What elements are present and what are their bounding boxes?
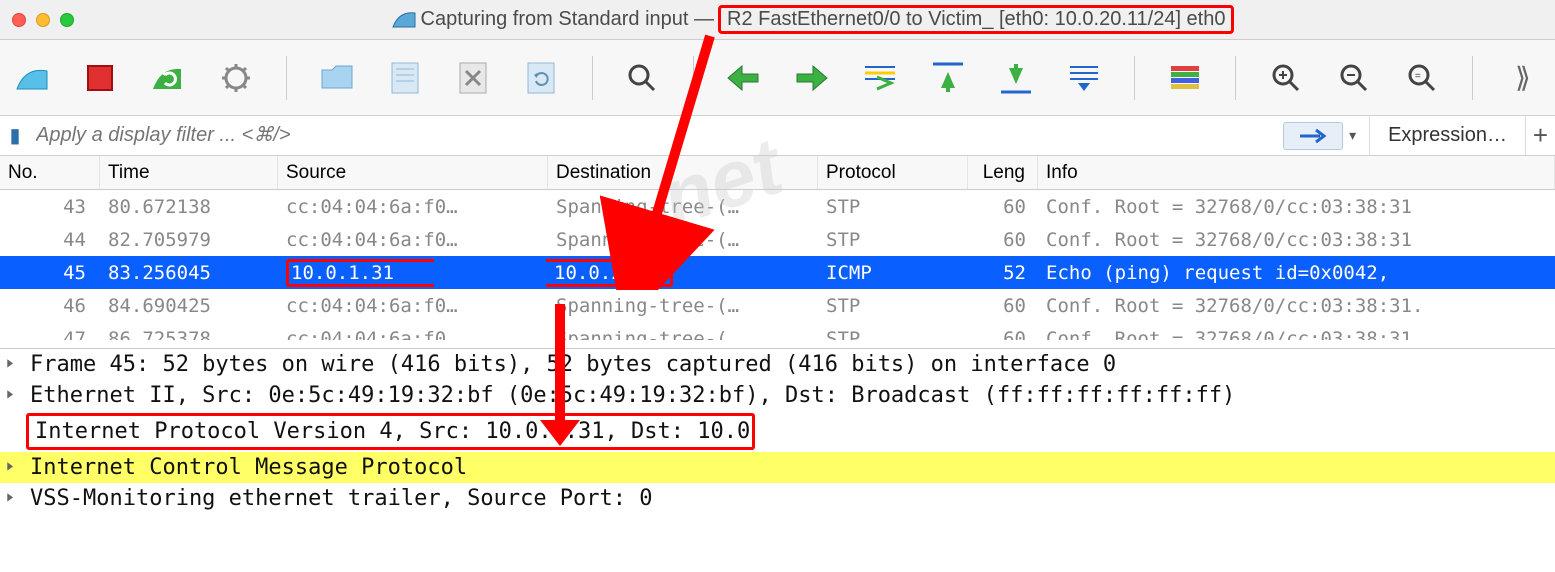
zoom-in-button[interactable] xyxy=(1268,58,1304,98)
cell-proto: ICMP xyxy=(818,256,968,290)
wireshark-fin-icon xyxy=(391,7,417,33)
window-title: Capturing from Standard input — R2 FastE… xyxy=(82,5,1543,34)
main-toolbar: = ⟫ xyxy=(0,40,1555,116)
filter-dropdown-icon[interactable]: ▾ xyxy=(1349,127,1369,144)
cell-no: 43 xyxy=(0,190,100,224)
go-last-packet-button[interactable] xyxy=(998,58,1034,98)
cell-src: cc:04:04:6a:f0… xyxy=(278,322,548,340)
detail-icmp[interactable]: Internet Control Message Protocol xyxy=(0,452,1555,483)
detail-ethernet[interactable]: Ethernet II, Src: 0e:5c:49:19:32:bf (0e:… xyxy=(0,380,1555,411)
title-highlight: R2 FastEthernet0/0 to Victim_ [eth0: 10.… xyxy=(718,5,1234,34)
window-titlebar: Capturing from Standard input — R2 FastE… xyxy=(0,0,1555,40)
packet-row[interactable]: 43 80.672138 cc:04:04:6a:f0… Spanning-tr… xyxy=(0,190,1555,223)
cell-dst: Spanning-tree-(… xyxy=(548,223,818,257)
stop-capture-button[interactable] xyxy=(82,58,118,98)
cell-time: 80.672138 xyxy=(100,190,278,224)
find-packet-button[interactable] xyxy=(624,58,660,98)
cell-info: Conf. Root = 32768/0/cc:03:38:31 xyxy=(1038,322,1555,340)
packet-row[interactable]: 46 84.690425 cc:04:04:6a:f0… Spanning-tr… xyxy=(0,289,1555,322)
packet-list-header: No. Time Source Destination Protocol Len… xyxy=(0,156,1555,190)
go-forward-button[interactable] xyxy=(794,58,830,98)
column-header-destination[interactable]: Destination xyxy=(548,156,818,189)
display-filter-bar: ▮ ▾ Expression… + xyxy=(0,116,1555,156)
cell-src: cc:04:04:6a:f0… xyxy=(278,289,548,323)
go-back-button[interactable] xyxy=(725,58,761,98)
filter-apply-button[interactable] xyxy=(1283,122,1343,150)
open-file-button[interactable] xyxy=(319,58,355,98)
column-header-no[interactable]: No. xyxy=(0,156,100,189)
column-header-time[interactable]: Time xyxy=(100,156,278,189)
minimize-window-button[interactable] xyxy=(36,13,50,27)
close-file-button[interactable] xyxy=(455,58,491,98)
jump-to-packet-button[interactable] xyxy=(862,58,898,98)
cell-no: 45 xyxy=(0,256,100,290)
cell-dst: Spanning-tree-(… xyxy=(548,289,818,323)
cell-len: 60 xyxy=(968,289,1038,323)
cell-dst: Spanning-tree-(… xyxy=(548,190,818,224)
auto-scroll-button[interactable] xyxy=(1066,58,1102,98)
start-capture-button[interactable] xyxy=(14,58,50,98)
cell-info: Conf. Root = 32768/0/cc:03:38:31 xyxy=(1038,223,1555,257)
filter-add-button[interactable]: + xyxy=(1525,116,1555,155)
filter-bookmark-icon[interactable]: ▮ xyxy=(0,123,30,148)
traffic-lights xyxy=(12,13,74,27)
detail-frame[interactable]: Frame 45: 52 bytes on wire (416 bits), 5… xyxy=(0,349,1555,380)
cell-len: 52 xyxy=(968,256,1038,290)
maximize-window-button[interactable] xyxy=(60,13,74,27)
packet-row[interactable]: 47 86.725378 cc:04:04:6a:f0… Spanning-tr… xyxy=(0,322,1555,340)
cell-proto: STP xyxy=(818,223,968,257)
cell-time: 86.725378 xyxy=(100,322,278,340)
packet-list[interactable]: 43 80.672138 cc:04:04:6a:f0… Spanning-tr… xyxy=(0,190,1555,348)
detail-ip-highlighted[interactable]: Internet Protocol Version 4, Src: 10.0.1… xyxy=(26,413,755,450)
detail-vss[interactable]: VSS-Monitoring ethernet trailer, Source … xyxy=(0,483,1555,514)
column-header-source[interactable]: Source xyxy=(278,156,548,189)
zoom-reset-button[interactable]: = xyxy=(1404,58,1440,98)
filter-expression-button[interactable]: Expression… xyxy=(1369,116,1525,155)
column-header-protocol[interactable]: Protocol xyxy=(818,156,968,189)
close-window-button[interactable] xyxy=(12,13,26,27)
cell-src: 10.0.1.31 xyxy=(278,256,548,290)
column-header-length[interactable]: Leng xyxy=(968,156,1038,189)
packet-row[interactable]: 44 82.705979 cc:04:04:6a:f0… Spanning-tr… xyxy=(0,223,1555,256)
cell-no: 47 xyxy=(0,322,100,340)
cell-info: Conf. Root = 32768/0/cc:03:38:31 xyxy=(1038,190,1555,224)
packet-details-pane[interactable]: Frame 45: 52 bytes on wire (416 bits), 5… xyxy=(0,348,1555,514)
capture-options-button[interactable] xyxy=(218,58,254,98)
cell-time: 83.256045 xyxy=(100,256,278,290)
resize-columns-button[interactable]: ⟫ xyxy=(1505,58,1541,98)
cell-proto: STP xyxy=(818,289,968,323)
restart-capture-button[interactable] xyxy=(150,58,186,98)
save-file-button[interactable] xyxy=(387,58,423,98)
cell-len: 60 xyxy=(968,322,1038,340)
cell-len: 60 xyxy=(968,223,1038,257)
cell-src: cc:04:04:6a:f0… xyxy=(278,190,548,224)
column-header-info[interactable]: Info xyxy=(1038,156,1555,189)
go-first-packet-button[interactable] xyxy=(930,58,966,98)
cell-len: 60 xyxy=(968,190,1038,224)
cell-dst: Spanning-tree-(… xyxy=(548,322,818,340)
cell-proto: STP xyxy=(818,190,968,224)
colorize-button[interactable] xyxy=(1167,58,1203,98)
cell-no: 46 xyxy=(0,289,100,323)
display-filter-input[interactable] xyxy=(30,116,1283,155)
cell-time: 82.705979 xyxy=(100,223,278,257)
svg-text:=: = xyxy=(1415,71,1421,82)
reload-file-button[interactable] xyxy=(523,58,559,98)
cell-src: cc:04:04:6a:f0… xyxy=(278,223,548,257)
cell-no: 44 xyxy=(0,223,100,257)
cell-time: 84.690425 xyxy=(100,289,278,323)
cell-info: Conf. Root = 32768/0/cc:03:38:31. xyxy=(1038,289,1555,323)
cell-proto: STP xyxy=(818,322,968,340)
cell-dst: 10.0.20.11 xyxy=(548,256,818,290)
packet-row-selected[interactable]: 45 83.256045 10.0.1.31 10.0.20.11 ICMP 5… xyxy=(0,256,1555,289)
zoom-out-button[interactable] xyxy=(1336,58,1372,98)
title-prefix: Capturing from Standard input — xyxy=(421,8,715,31)
cell-info: Echo (ping) request id=0x0042, xyxy=(1038,256,1555,290)
